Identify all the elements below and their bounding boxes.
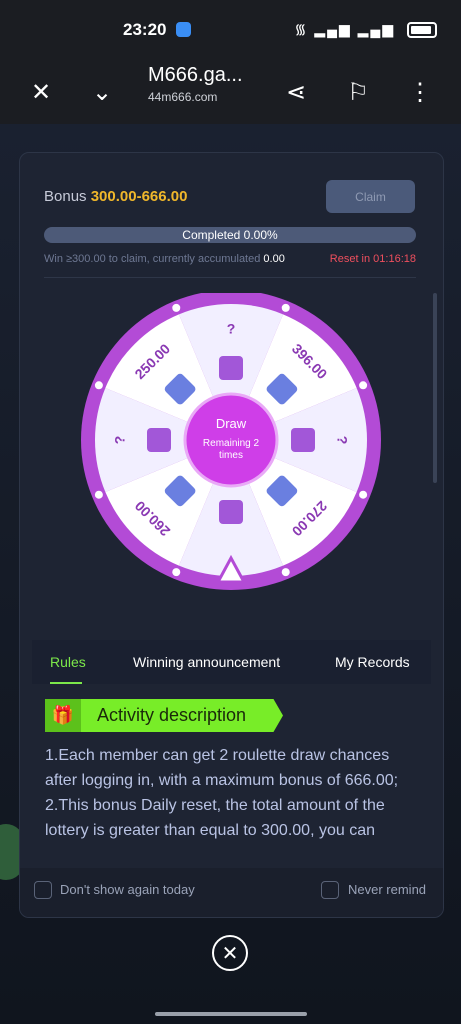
- reset-timer: Reset in 01:16:18: [329, 253, 416, 265]
- gift-icon: [147, 428, 171, 452]
- dont-show-checkbox[interactable]: [34, 881, 52, 899]
- status-bar: 23:20 ᯾ ▂▄▆ ▂▄▆: [0, 0, 461, 62]
- draw-label: Draw: [216, 416, 247, 431]
- close-tab-icon[interactable]: ✕: [21, 72, 61, 112]
- signal-icon: ▂▄▆: [314, 21, 352, 37]
- signal-icon-2: ▂▄▆: [357, 21, 396, 37]
- app-notification-icon: [176, 22, 191, 37]
- gift-icon: [219, 356, 243, 380]
- wifi-icon: ᯾: [294, 21, 309, 37]
- bonus-label: Bonus: [44, 188, 87, 205]
- tab-rules[interactable]: Rules: [50, 654, 86, 670]
- rim-light: [281, 303, 290, 312]
- page-url[interactable]: 44m666.com: [148, 90, 217, 104]
- rules-text: 1.Each member can get 2 roulette draw ch…: [45, 743, 425, 843]
- tab-my-records[interactable]: My Records: [335, 654, 410, 670]
- bonus-range: 300.00-666.00: [90, 188, 188, 205]
- remaining-label: Remaining 2: [203, 438, 260, 449]
- wheel-svg[interactable]: ?396.00?270.00260.00?250.00DrawRemaining…: [20, 293, 443, 608]
- tab-bar: Rules Winning announcement My Records: [32, 640, 431, 684]
- gift-icon: [219, 500, 243, 524]
- gift-icon: 🎁: [45, 699, 81, 732]
- win-requirement: Win ≥300.00 to claim, currently accumula…: [44, 253, 261, 265]
- divider: [44, 277, 416, 278]
- bonus-row: Bonus 300.00-666.00: [44, 188, 187, 205]
- page-title[interactable]: M666.ga...: [148, 64, 243, 87]
- activity-banner: 🎁 Activity description: [45, 699, 283, 732]
- rim-light: [172, 303, 181, 312]
- activity-title: Activity description: [97, 705, 247, 725]
- browser-toolbar: ✕ ⌄ M666.ga... 44m666.com ⋖ ⚐ ⋮: [0, 62, 461, 124]
- wheel-segment-label: ?: [227, 321, 236, 337]
- chevron-down-icon[interactable]: ⌄: [82, 72, 122, 112]
- never-remind-label[interactable]: Never remind: [348, 882, 426, 897]
- rule-item: 1.Each member can get 2 roulette draw ch…: [45, 747, 399, 789]
- progress-text: Completed 0.00%: [182, 228, 278, 242]
- rim-light: [359, 490, 368, 499]
- home-indicator[interactable]: [155, 1012, 307, 1016]
- wheel-segment-label: ?: [112, 436, 128, 445]
- gift-icon: [291, 428, 315, 452]
- rim-light: [94, 490, 103, 499]
- close-modal-icon[interactable]: ✕: [212, 935, 248, 971]
- status-time: 23:20: [123, 20, 167, 39]
- rim-light: [359, 381, 368, 390]
- rim-light: [94, 381, 103, 390]
- bottom-options: Don't show again today Never remind: [20, 868, 443, 917]
- bookmark-icon[interactable]: ⚐: [338, 72, 378, 112]
- never-remind-checkbox[interactable]: [321, 881, 339, 899]
- more-menu-icon[interactable]: ⋮: [400, 72, 440, 112]
- accumulated-value: 0.00: [263, 253, 285, 265]
- progress-bar: Completed 0.00%: [44, 227, 416, 243]
- bonus-modal: Bonus 300.00-666.00 Claim Completed 0.00…: [19, 152, 444, 918]
- share-icon[interactable]: ⋖: [276, 72, 316, 112]
- remaining-label: times: [219, 450, 243, 461]
- tab-winning-announcement[interactable]: Winning announcement: [133, 654, 280, 670]
- rim-light: [172, 568, 181, 577]
- system-icons: ᯾ ▂▄▆ ▂▄▆: [294, 20, 437, 39]
- battery-icon: [407, 22, 437, 39]
- info-row: Win ≥300.00 to claim, currently accumula…: [44, 253, 416, 265]
- wheel-segment-label: ?: [334, 436, 350, 445]
- claim-button[interactable]: Claim: [326, 180, 415, 213]
- active-tab-indicator: [50, 682, 82, 684]
- dont-show-label[interactable]: Don't show again today: [60, 882, 195, 897]
- rule-item: 2.This bonus Daily reset, the total amou…: [45, 797, 385, 839]
- rim-light: [281, 568, 290, 577]
- roulette-wheel[interactable]: ? 396.00? 270.00 260.00? 250.00 Draw Remaining…: [20, 293, 443, 608]
